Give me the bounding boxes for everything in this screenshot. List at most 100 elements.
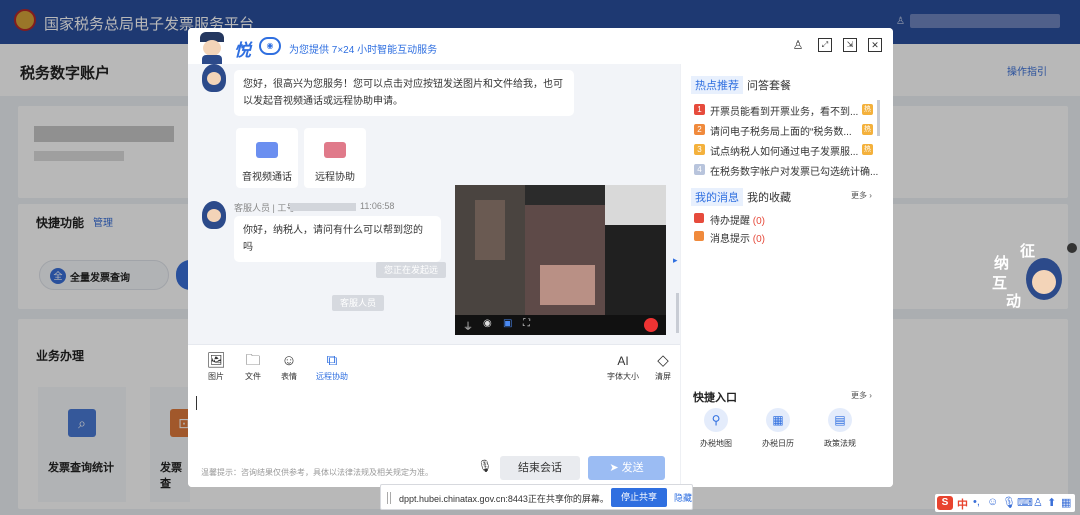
- more-link[interactable]: 更多 ›: [851, 190, 872, 201]
- ime-menu-icon[interactable]: ▦: [1061, 496, 1071, 509]
- send-label: 发送: [621, 462, 644, 474]
- more-link[interactable]: 更多 ›: [851, 390, 872, 401]
- chat-scrollbar[interactable]: [676, 293, 679, 333]
- remote-assist-button[interactable]: ⧉ 远程协助: [310, 353, 354, 382]
- tab-favorites[interactable]: 我的收藏: [747, 189, 791, 205]
- message-input[interactable]: 温馨提示：咨询结果仅供参考，具体以法律法规及相关规定为准。 🎙 结束会话 ➤ 发…: [188, 384, 680, 487]
- chat-toolbar: 🖼 图片 🗀 文件 ☺ 表情 ⧉ 远程协助 AI 字体大小 ◇ 清屏: [188, 344, 680, 384]
- hot-scrollbar[interactable]: [877, 100, 880, 136]
- ime-emoji-icon[interactable]: ☺: [987, 496, 998, 508]
- image-button[interactable]: 🖼 图片: [196, 353, 236, 382]
- system-message: 客服人员: [332, 295, 385, 311]
- screen-share-icon[interactable]: ▣: [503, 318, 512, 329]
- welcome-message: 您好，很高兴为您服务！您可以点击对应按钮发送图片和文件给我，也可以发起音视频通话…: [234, 70, 574, 116]
- video-call-window[interactable]: ⏚ ◉ ▣ ⛶: [455, 185, 666, 335]
- mic-icon[interactable]: ⏚: [463, 318, 473, 333]
- system-message: 您正在发起远: [376, 262, 447, 278]
- expand-arrow-icon[interactable]: ▸: [673, 255, 678, 266]
- quick-entry-title: 快捷入口: [693, 392, 737, 404]
- tab-messages[interactable]: 我的消息: [691, 188, 743, 206]
- hot-badge: 热: [862, 104, 873, 115]
- emoji-button[interactable]: ☺ 表情: [269, 353, 309, 382]
- end-chat-button[interactable]: 结束会话: [500, 456, 580, 480]
- mascot-char: 动: [1006, 293, 1022, 310]
- voice-input-icon[interactable]: 🎙: [477, 459, 493, 475]
- send-button[interactable]: ➤ 发送: [588, 456, 665, 480]
- file-button[interactable]: 🗀 文件: [233, 353, 273, 382]
- assistant-tagline: 为您提供 7×24 小时智能互动服务: [289, 45, 438, 56]
- video-call-label: 音视频通话: [242, 172, 292, 183]
- video-call-icon: [256, 142, 278, 158]
- agent-message: 你好，纳税人，请问有什么可以帮到您的吗: [234, 216, 441, 262]
- bell-icon: [694, 213, 704, 223]
- eraser-icon: ◇: [657, 352, 669, 369]
- emoji-icon: ☺: [281, 352, 297, 369]
- tab-hot[interactable]: 热点推荐: [691, 76, 743, 94]
- video-controls: ⏚ ◉ ▣ ⛶: [455, 315, 666, 335]
- user-profile-icon[interactable]: ♙: [791, 38, 805, 52]
- ime-skin-icon[interactable]: ♙: [1033, 496, 1043, 509]
- disclaimer-tip: 温馨提示：咨询结果仅供参考，具体以法律法规及相关规定为准。: [201, 468, 433, 477]
- folder-icon: 🗀: [245, 352, 261, 369]
- ime-keyboard-icon[interactable]: ⌨: [1017, 496, 1033, 509]
- todo-reminder[interactable]: 待办提醒 (0): [694, 212, 844, 227]
- agent-avatar-icon: [202, 64, 226, 92]
- ime-toolbar[interactable]: S 中 •, ☺ 🎙 ⌨ ♙ ⬆ ▦: [935, 494, 1075, 512]
- collapse-dot-icon[interactable]: [1067, 243, 1077, 253]
- remote-assist-icon: [324, 142, 346, 158]
- drag-handle-icon[interactable]: [387, 492, 391, 504]
- fullscreen-icon[interactable]: ⛶: [523, 318, 530, 329]
- hot-item[interactable]: 2 请问电子税务局上面的“税务数... 热: [694, 122, 873, 138]
- chat-dialog: 悦 ◉ 为您提供 7×24 小时智能互动服务 ♙ ⤢ ⇲ ✕ 您好，很高兴为您服…: [188, 28, 893, 487]
- close-icon[interactable]: ✕: [868, 38, 882, 52]
- ime-voice-icon[interactable]: 🎙: [1002, 496, 1016, 509]
- hot-item[interactable]: 4 在税务数字帐户对发票已勾选统计确...: [694, 162, 878, 178]
- policy-entry[interactable]: ▤ 政策法规: [815, 408, 865, 449]
- tax-calendar-entry[interactable]: ▦ 办税日历: [753, 408, 803, 449]
- ime-punct-icon[interactable]: •,: [973, 496, 980, 508]
- assistant-brand: 悦: [234, 41, 251, 60]
- mascot-widget[interactable]: 征 纳 互 动: [992, 240, 1066, 310]
- video-call-option[interactable]: 音视频通话: [236, 128, 298, 188]
- camera-icon[interactable]: ◉: [483, 318, 492, 329]
- tax-map-entry[interactable]: ⚲ 办税地图: [691, 408, 741, 449]
- stop-sharing-button[interactable]: 停止共享: [611, 488, 667, 507]
- remote-icon: ⧉: [326, 352, 338, 369]
- mascot-char: 征: [1020, 243, 1036, 260]
- screen-share-bar: dppt.hubei.chinatax.gov.cn:8443正在共享你的屏幕。…: [380, 484, 693, 510]
- hot-item[interactable]: 3 试点纳税人如何通过电子发票服... 热: [694, 142, 873, 158]
- calendar-icon: ▦: [766, 408, 790, 432]
- mascot-char: 互: [992, 275, 1008, 292]
- agent-id-blurred: [290, 203, 356, 211]
- map-pin-icon: ⚲: [704, 408, 728, 432]
- clear-button[interactable]: ◇ 清屏: [643, 353, 683, 382]
- message-icon: [694, 231, 704, 241]
- hot-item[interactable]: 1 开票员能看到开票业务，看不到... 热: [694, 102, 873, 118]
- font-size-button[interactable]: AI 字体大小: [603, 353, 643, 382]
- ime-tools-icon[interactable]: ⬆: [1047, 496, 1056, 509]
- message-notice[interactable]: 消息提示 (0): [694, 230, 844, 245]
- remote-assist-option[interactable]: 远程协助: [304, 128, 366, 188]
- remote-assist-label: 远程协助: [315, 172, 355, 183]
- assistant-logo-icon: ◉: [259, 37, 281, 55]
- hide-button[interactable]: 隐藏: [674, 491, 692, 504]
- hangup-button[interactable]: [644, 318, 658, 332]
- officer-avatar-icon: [198, 32, 226, 64]
- share-notice: dppt.hubei.chinatax.gov.cn:8443正在共享你的屏幕。: [399, 494, 609, 504]
- minimize-icon[interactable]: ⇲: [843, 38, 857, 52]
- hot-badge: 热: [862, 124, 873, 135]
- ime-mode-icon[interactable]: 中: [957, 496, 968, 512]
- image-icon: 🖼: [206, 352, 226, 369]
- hot-badge: 热: [862, 144, 873, 155]
- text-caret: [196, 396, 197, 410]
- tab-qa[interactable]: 问答套餐: [747, 77, 791, 93]
- mascot-avatar-icon: [1026, 258, 1062, 300]
- mascot-char: 纳: [994, 255, 1010, 272]
- agent-timestamp: 11:06:58: [360, 201, 395, 211]
- side-panel: 热点推荐 问答套餐 1 开票员能看到开票业务，看不到... 热 2 请问电子税务局上面…: [680, 64, 893, 487]
- expand-icon[interactable]: ⤢: [818, 38, 832, 52]
- agent-avatar-icon: [202, 201, 226, 229]
- ime-logo-icon[interactable]: S: [937, 496, 953, 510]
- agent-label: 客服人员 | 工号: [234, 203, 296, 213]
- font-size-icon: AI: [617, 354, 629, 368]
